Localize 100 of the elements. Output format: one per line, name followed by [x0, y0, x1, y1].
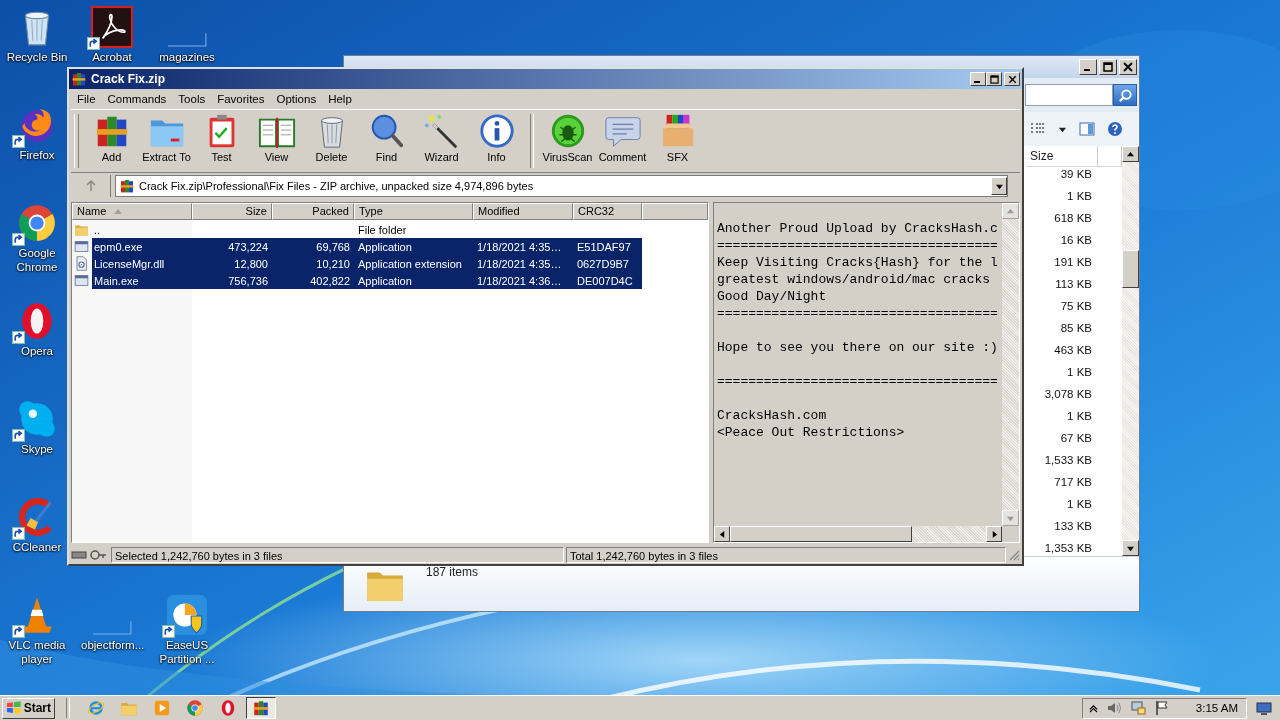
item-count: 187 items	[426, 565, 479, 579]
menu-item[interactable]: Commands	[101, 93, 173, 105]
scrollbar[interactable]	[1122, 146, 1139, 556]
file-row[interactable]: Main.exe 756,736 402,822 Application 1/18/2021 4:36… DE007D4C	[92, 272, 642, 289]
minimize-button[interactable]	[1079, 59, 1097, 75]
close-icon	[1007, 74, 1017, 84]
four-pane-flag-icon	[6, 700, 22, 716]
file-row[interactable]: .. File folder	[92, 221, 642, 238]
column-header[interactable]: Size	[192, 203, 272, 220]
minimize-icon	[974, 81, 980, 83]
menu-item[interactable]: Help	[322, 93, 358, 105]
menu-item[interactable]: Favorites	[211, 93, 271, 105]
menu-item[interactable]: Tools	[172, 93, 212, 105]
desktop-icon-label[interactable]: Acrobat	[92, 50, 132, 64]
toolbar-button[interactable]: Extract To	[139, 110, 194, 172]
desktop-icon-label[interactable]: objectform...	[81, 638, 143, 652]
toolbar-button[interactable]: Find	[359, 110, 414, 172]
arrow-up-icon	[1007, 207, 1014, 215]
column-header[interactable]: Name	[72, 203, 192, 220]
chevron-up-icon[interactable]	[1088, 703, 1098, 713]
toolbar-button[interactable]: VirusScan	[540, 110, 595, 172]
close-button[interactable]	[1119, 59, 1137, 75]
desktop-icon-label[interactable]: Opera	[21, 344, 53, 358]
column-header[interactable]: Type	[354, 203, 473, 220]
play-icon	[153, 699, 171, 717]
file-size: 1,533 KB	[1043, 453, 1093, 468]
toolbar-button[interactable]: Comment	[595, 110, 650, 172]
speaker-icon[interactable]	[1105, 700, 1122, 716]
file-size: 1,353 KB	[1043, 541, 1093, 556]
status-text: Selected 1,242,760 bytes in 3 files	[111, 546, 564, 563]
scroll-right-button[interactable]	[986, 526, 1002, 542]
menu-item[interactable]: Options	[270, 93, 323, 105]
table-cell: epm0.exe	[94, 240, 143, 253]
toolbar-button[interactable]: Wizard	[414, 110, 469, 172]
window-file-icon	[74, 239, 89, 254]
dropdown-button[interactable]	[991, 177, 1007, 195]
toolbar-button[interactable]: View	[249, 110, 304, 172]
close-button[interactable]	[1004, 72, 1020, 86]
document-app-icon[interactable]	[91, 6, 133, 48]
column-header[interactable]: Modified	[473, 203, 573, 220]
arrow-left-icon	[718, 530, 726, 538]
taskbar-button[interactable]	[246, 697, 276, 719]
toolbar-button[interactable]: Add	[84, 110, 139, 172]
scroll-down-button[interactable]	[1122, 540, 1139, 556]
column-header[interactable]: Size	[1026, 146, 1098, 166]
file-size: 1 KB	[1066, 409, 1093, 424]
shield-app-icon[interactable]	[166, 594, 208, 636]
scroll-up-button[interactable]	[1122, 146, 1139, 162]
file-size: 85 KB	[1059, 321, 1093, 336]
resize-grip-icon[interactable]	[1008, 548, 1020, 561]
scroll-thumb[interactable]	[1122, 250, 1139, 288]
globe-ring-icon	[87, 699, 105, 717]
preview-pane-icon[interactable]	[1079, 121, 1095, 137]
desktop-icon[interactable]	[1256, 700, 1272, 716]
desktop-icon-label[interactable]: CCleaner	[12, 540, 62, 554]
cloud-icon[interactable]	[16, 398, 58, 440]
minimize-button[interactable]	[970, 72, 986, 86]
help-icon[interactable]	[1107, 121, 1123, 137]
comment-line: greatest windows/android/mac cracks	[717, 271, 992, 288]
toolbar-button[interactable]: Test	[194, 110, 249, 172]
menu-item[interactable]: File	[71, 93, 102, 105]
file-size: 618 KB	[1053, 211, 1093, 226]
comment-line: Hope to see you there on our site :)	[717, 339, 999, 356]
desktop-icon-label[interactable]: Recycle Bin	[6, 50, 68, 64]
desktop-icon-label[interactable]: Skype	[21, 442, 53, 456]
books-stack-icon	[71, 71, 87, 87]
column-header[interactable]	[642, 203, 708, 220]
network-icon[interactable]	[1129, 700, 1146, 716]
desktop-icon-label[interactable]: magazines	[159, 50, 215, 64]
desktop-icon-label[interactable]: EaseUS Partition ...	[156, 638, 218, 666]
desktop-icon-label[interactable]: Firefox	[19, 148, 55, 162]
desktop-icon-label[interactable]: VLC media player	[6, 638, 68, 666]
maximize-button[interactable]	[1099, 59, 1117, 75]
toolbar-button[interactable]: Delete	[304, 110, 359, 172]
gear-file-icon	[74, 256, 89, 271]
search-field[interactable]	[1025, 84, 1113, 106]
caret-icon	[995, 182, 1003, 190]
start-button[interactable]: Start	[2, 697, 55, 719]
file-row[interactable]: epm0.exe 473,224 69,768 Application 1/18/2021 4:35… E51DAF97	[92, 238, 642, 255]
scroll-thumb[interactable]	[730, 526, 912, 542]
maximize-icon	[989, 74, 999, 84]
table-cell: Main.exe	[94, 274, 139, 287]
comment-line: Keep Visiting Cracks{Hash} for the l	[717, 254, 999, 271]
file-size: 191 KB	[1053, 255, 1093, 270]
search-button[interactable]	[1113, 84, 1137, 106]
flag-icon[interactable]	[1153, 700, 1170, 716]
comment-line: <Peace Out Restrictions>	[717, 424, 906, 441]
comment-line: ====================================	[717, 373, 999, 390]
scroll-left-button[interactable]	[714, 526, 730, 542]
maximize-button[interactable]	[986, 72, 1002, 86]
column-header[interactable]: CRC32	[573, 203, 642, 220]
desktop-icon-label[interactable]: Google Chrome	[6, 246, 68, 274]
path-field[interactable]: Crack Fix.zip\Professional\Fix Files - ZIP archive, unpacked size 4,974,896 bytes	[115, 175, 1008, 197]
toolbar-button[interactable]: Info	[469, 110, 524, 172]
file-row[interactable]: LicenseMgr.dll 12,800 10,210 Application extension 1/18/2021 4:35… 0627D9B7	[92, 255, 642, 272]
toolbar-button[interactable]: SFX	[650, 110, 705, 172]
minimize-icon	[1084, 69, 1090, 71]
file-size: 133 KB	[1053, 519, 1093, 534]
column-header[interactable]: Packed	[272, 203, 354, 220]
segmented-circle-icon[interactable]	[16, 202, 58, 244]
